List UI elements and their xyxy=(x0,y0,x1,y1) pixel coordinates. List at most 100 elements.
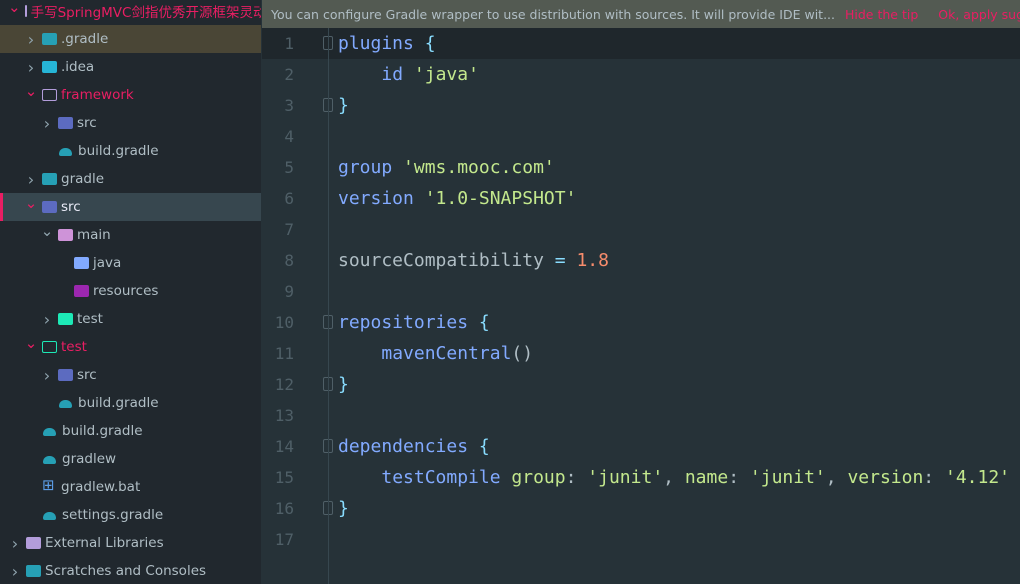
code-line[interactable]: 17 xyxy=(262,524,1020,555)
code-text: sourceCompatibility = 1.8 xyxy=(338,250,609,271)
tree-item-label: build.gradle xyxy=(78,143,159,159)
tree-item-label: resources xyxy=(93,283,159,299)
code-text: id 'java' xyxy=(338,64,479,85)
tree-item-label: Scratches and Consoles xyxy=(45,563,207,579)
code-line[interactable]: 5 group 'wms.mooc.com' xyxy=(262,152,1020,183)
tree-item[interactable]: › test xyxy=(0,305,261,333)
tree-item[interactable]: build.gradle xyxy=(0,417,261,445)
line-number: 8 xyxy=(284,251,294,270)
tree-item[interactable]: ⌄ framework xyxy=(0,81,261,109)
code-line[interactable]: 2 id 'java' xyxy=(262,59,1020,90)
folder-icon xyxy=(42,341,57,353)
tree-item[interactable]: gradlew.bat xyxy=(0,473,261,501)
gradle-elephant-icon xyxy=(58,145,74,157)
folder-icon xyxy=(58,117,73,129)
tree-item-label: src xyxy=(77,115,97,131)
tree-item[interactable]: › .gradle xyxy=(0,25,261,53)
tree-item[interactable]: › src xyxy=(0,361,261,389)
line-number: 14 xyxy=(274,437,294,456)
chevron-right-icon[interactable]: › xyxy=(40,114,54,133)
line-number: 3 xyxy=(284,96,294,115)
code-line[interactable]: 11 mavenCentral() xyxy=(262,338,1020,369)
code-line[interactable]: 7 xyxy=(262,214,1020,245)
project-tree[interactable]: ⌄ 手写SpringMVC剑指优秀开源框架灵动 › .gradle › .idea ⌄ fra… xyxy=(0,0,261,584)
folder-icon xyxy=(26,565,41,577)
code-token: repositories xyxy=(338,312,469,333)
tree-item[interactable]: ⌄ main xyxy=(0,221,261,249)
tree-item[interactable]: ⌄ src xyxy=(0,193,261,221)
code-line[interactable]: 13 xyxy=(262,400,1020,431)
chevron-right-icon[interactable]: › xyxy=(40,310,54,329)
code-line[interactable]: 16} xyxy=(262,493,1020,524)
chevron-down-icon[interactable]: ⌄ xyxy=(8,0,21,16)
gradle-elephant-icon xyxy=(42,509,58,521)
hide-tip-link[interactable]: Hide the tip xyxy=(845,7,918,22)
tree-item[interactable]: build.gradle xyxy=(0,137,261,165)
tree-item[interactable]: java xyxy=(0,249,261,277)
chevron-down-icon[interactable]: ⌄ xyxy=(24,334,38,352)
line-number: 17 xyxy=(274,530,294,549)
code-line[interactable]: 4 xyxy=(262,121,1020,152)
chevron-right-icon[interactable]: › xyxy=(24,170,38,189)
code-token: 'junit' xyxy=(587,467,664,488)
code-line[interactable]: 1 plugins { xyxy=(262,28,1020,59)
code-token: mavenCentral xyxy=(381,343,512,364)
tree-item-label: .gradle xyxy=(61,31,109,47)
tree-item-label: build.gradle xyxy=(78,395,159,411)
tree-item-label: java xyxy=(93,255,122,271)
tree-item[interactable]: settings.gradle xyxy=(0,501,261,529)
chevron-down-icon[interactable]: ⌄ xyxy=(24,82,38,100)
chevron-right-icon[interactable]: › xyxy=(8,562,22,581)
code-text: } xyxy=(338,498,349,519)
chevron-down-icon[interactable]: ⌄ xyxy=(40,222,54,240)
code-line[interactable]: 9 xyxy=(262,276,1020,307)
tree-item[interactable]: › .idea xyxy=(0,53,261,81)
code-line[interactable]: 6 version '1.0-SNAPSHOT' xyxy=(262,183,1020,214)
tree-item[interactable]: › Scratches and Consoles xyxy=(0,557,261,584)
windows-icon xyxy=(42,476,57,494)
code-token: { xyxy=(424,33,436,54)
code-line[interactable]: 10 repositories { xyxy=(262,307,1020,338)
tree-item[interactable]: ⌄ 手写SpringMVC剑指优秀开源框架灵动 xyxy=(0,0,261,25)
code-line[interactable]: 12} xyxy=(262,369,1020,400)
tree-item-label: build.gradle xyxy=(62,423,143,439)
tip-text: You can configure Gradle wrapper to use … xyxy=(271,6,835,22)
tree-item[interactable]: › src xyxy=(0,109,261,137)
tree-item[interactable]: resources xyxy=(0,277,261,305)
chevron-right-icon[interactable]: › xyxy=(40,366,54,385)
code-token: version xyxy=(847,467,924,488)
chevron-right-icon[interactable]: › xyxy=(24,30,38,49)
code-line[interactable]: 14 dependencies { xyxy=(262,431,1020,462)
tree-item[interactable]: gradlew xyxy=(0,445,261,473)
folder-icon xyxy=(24,5,27,17)
tree-item[interactable]: ⌄ test xyxy=(0,333,261,361)
tree-item[interactable]: › gradle xyxy=(0,165,261,193)
tree-item-label: test xyxy=(61,339,87,355)
chevron-right-icon[interactable]: › xyxy=(24,58,38,77)
chevron-right-icon[interactable]: › xyxy=(8,534,22,553)
code-line[interactable]: 3} xyxy=(262,90,1020,121)
code-text: group 'wms.mooc.com' xyxy=(338,157,555,178)
code-editor[interactable]: 1 plugins {2 id 'java' 3} 4 5 group 'wms.mooc… xyxy=(262,28,1020,584)
code-line[interactable]: 8 sourceCompatibility = 1.8 xyxy=(262,245,1020,276)
gutter-divider xyxy=(328,28,329,584)
code-token: : xyxy=(923,467,945,488)
line-number: 5 xyxy=(284,158,294,177)
tree-item[interactable]: › External Libraries xyxy=(0,529,261,557)
folder-icon xyxy=(74,257,89,269)
apply-suggestion-link[interactable]: Ok, apply suggestion! xyxy=(938,7,1020,22)
folder-icon xyxy=(58,369,73,381)
code-token: 1.8 xyxy=(576,250,609,271)
code-line[interactable]: 15 testCompile group: 'junit', name: 'ju… xyxy=(262,462,1020,493)
chevron-down-icon[interactable]: ⌄ xyxy=(24,194,38,212)
tree-item-label: settings.gradle xyxy=(62,507,164,523)
code-token: testCompile xyxy=(381,467,501,488)
tree-item[interactable]: build.gradle xyxy=(0,389,261,417)
code-token: = xyxy=(554,250,566,271)
code-token: , xyxy=(663,467,685,488)
